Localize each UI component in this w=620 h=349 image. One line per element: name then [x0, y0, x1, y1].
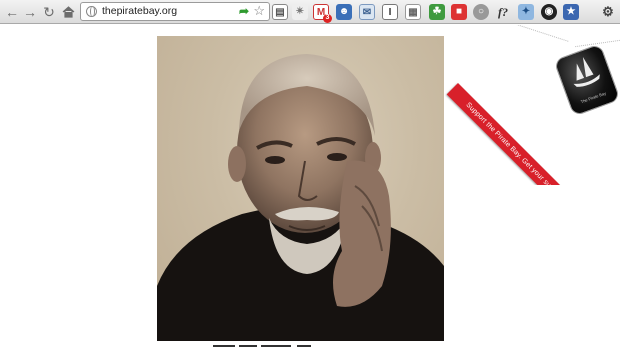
red-extension-icon[interactable]: ■ — [451, 4, 467, 20]
bookmark-star-icon[interactable]: ☆ — [253, 3, 265, 19]
page-tools-icon[interactable]: ▤ — [272, 4, 288, 20]
browser-toolbar: ← → ↻ thepiratebay.org ➦ ☆ ▤ ✴ M 3 ☻ ✉ I… — [0, 0, 620, 24]
wrench-menu-icon[interactable]: ⚙ — [600, 4, 616, 20]
reload-icon[interactable]: ↻ — [40, 3, 58, 21]
info-extension-icon[interactable]: I — [382, 4, 398, 20]
address-bar[interactable]: thepiratebay.org ➦ ☆ — [80, 2, 270, 21]
person-extension-icon[interactable]: ☻ — [336, 4, 352, 20]
gmail-icon[interactable]: M 3 — [313, 4, 332, 23]
star-extension-icon[interactable]: ★ — [563, 4, 579, 20]
photo-caption-text — [205, 343, 375, 349]
gmail-unread-badge: 3 — [323, 14, 332, 23]
supporter-banner[interactable]: The Pirate Bay Support the Pirate Bay. G… — [440, 25, 620, 185]
chain-decoration — [501, 25, 569, 42]
function-extension-icon[interactable]: f? — [495, 4, 511, 20]
mail-extension-icon[interactable]: ✉ — [359, 4, 375, 20]
author-portrait-photo — [157, 36, 444, 341]
dark-circle-extension-icon[interactable]: ◉ — [541, 4, 557, 20]
address-bar-url[interactable]: thepiratebay.org — [102, 5, 177, 17]
globe-extension-icon[interactable]: ○ — [473, 4, 489, 20]
globe-icon — [86, 6, 97, 17]
back-arrow-icon[interactable]: ← — [3, 3, 21, 21]
go-arrow-icon[interactable]: ➦ — [239, 4, 249, 18]
green-extension-icon[interactable]: ☘ — [429, 4, 445, 20]
butterfly-extension-icon[interactable]: ✦ — [518, 4, 534, 20]
calendar-extension-icon[interactable]: ▦ — [405, 4, 421, 20]
pirate-ship-dog-tag: The Pirate Bay — [553, 43, 620, 117]
puzzle-extension-icon[interactable]: ✴ — [292, 4, 308, 20]
home-icon[interactable] — [59, 3, 77, 21]
forward-arrow-icon[interactable]: → — [21, 3, 39, 21]
